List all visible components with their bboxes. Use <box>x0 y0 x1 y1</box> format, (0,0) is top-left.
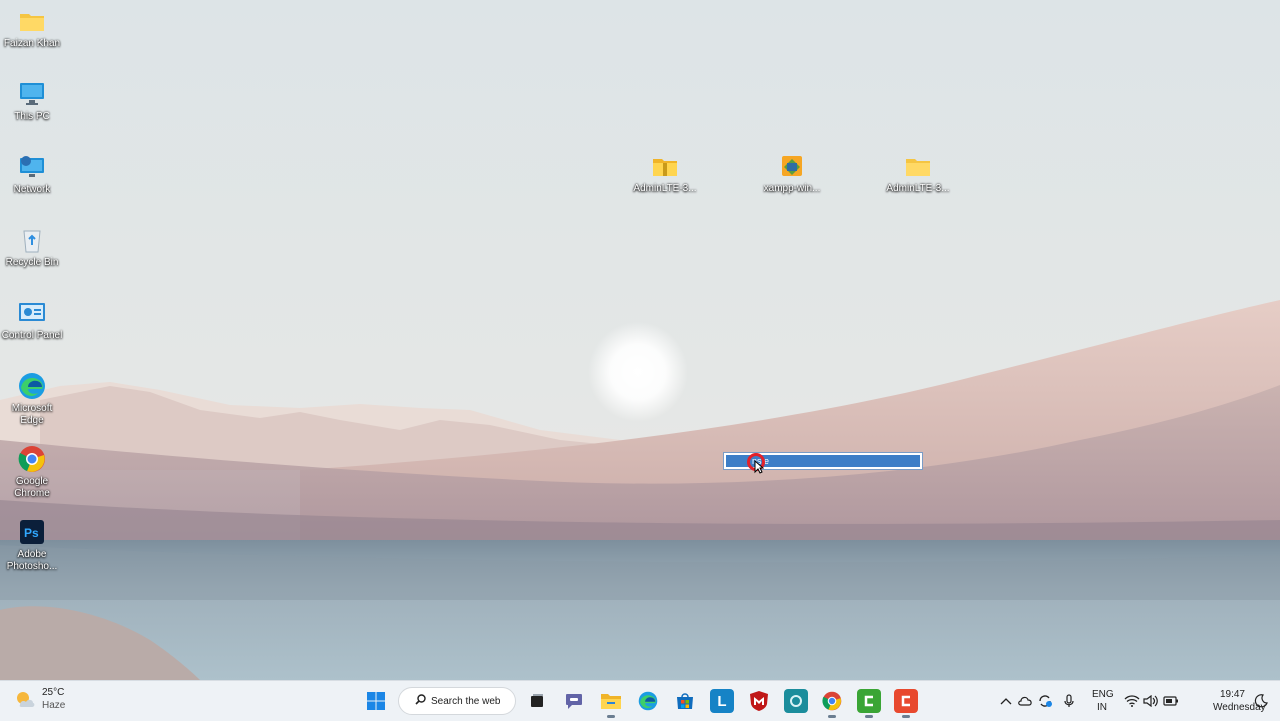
desktop-icon-microsoft-edge[interactable]: Microsoft Edge <box>0 371 64 427</box>
search-box[interactable]: Search the web <box>398 687 516 715</box>
desktop-icon-label: Faizan Khan <box>3 38 61 49</box>
weather-temperature: 25°C <box>42 687 65 698</box>
file-explorer-icon[interactable] <box>599 689 623 713</box>
show-hidden-icons-chevron-icon[interactable] <box>998 693 1014 709</box>
desktop-icon-google-chrome[interactable]: Google Chrome <box>0 444 64 500</box>
chrome-icon <box>17 444 47 474</box>
l-app-icon[interactable]: L <box>710 689 734 713</box>
teal-app-icon[interactable] <box>784 689 808 713</box>
do-not-disturb-moon-icon[interactable] <box>1253 693 1269 709</box>
search-icon <box>415 694 426 708</box>
camtasia-green-icon[interactable] <box>857 689 881 713</box>
clock-date: Wednesday <box>1213 702 1266 713</box>
volume-icon[interactable] <box>1143 693 1159 709</box>
control-panel-icon <box>17 298 47 328</box>
weather-haze-icon <box>17 692 35 707</box>
chrome-active-indicator <box>828 715 836 718</box>
battery-icon[interactable] <box>1163 693 1179 709</box>
weather-condition: Haze <box>42 700 66 711</box>
windows-start-icon[interactable] <box>364 689 388 713</box>
mcafee-icon[interactable] <box>747 689 771 713</box>
l-app-glyph: L <box>717 692 727 710</box>
teams-chat-icon[interactable] <box>562 689 586 713</box>
photoshop-icon: Ps <box>17 517 47 547</box>
desktop-icon-label: Control Panel <box>1 330 63 341</box>
monitor-icon <box>17 79 47 109</box>
clock-time: 19:47 <box>1219 689 1245 700</box>
zip-folder-icon <box>650 151 680 181</box>
xampp-installer-icon <box>777 151 807 181</box>
camtasia-orange-active-indicator <box>902 715 910 718</box>
language-region: IN <box>1097 702 1107 713</box>
desktop-icon-label: Adobe Photosho... <box>6 549 58 572</box>
camtasia-orange-icon[interactable] <box>894 689 918 713</box>
desktop-icon-recycle-bin[interactable]: Recycle Bin <box>0 225 64 269</box>
desktop-icon-this-pc[interactable]: This PC <box>0 79 64 123</box>
task-view-icon[interactable] <box>525 689 549 713</box>
language-code: ENG <box>1092 689 1114 700</box>
desktop-icon-label: AdminLTE-3... <box>886 183 950 194</box>
sync-icon[interactable] <box>1037 693 1053 709</box>
svg-text:Ps: Ps <box>24 526 39 540</box>
desktop-icon-label: Network <box>13 184 51 195</box>
store-icon[interactable] <box>673 689 697 713</box>
desktop-icon-user-folder[interactable]: Faizan Khan <box>0 6 64 50</box>
desktop-icon-label: Google Chrome <box>14 476 50 499</box>
desktop-icon-adminlte-zip[interactable]: AdminLTE-3... <box>633 151 697 195</box>
desktop-icon-label: Recycle Bin <box>5 257 59 268</box>
desktop-icon-adminlte-folder[interactable]: AdminLTE-3... <box>886 151 950 195</box>
desktop-icon-label: This PC <box>14 111 50 122</box>
file-explorer-active-indicator <box>607 715 615 718</box>
camtasia-green-active-indicator <box>865 715 873 718</box>
desktop-icon-label: AdminLTE-3... <box>633 183 697 194</box>
mouse-cursor-icon <box>754 460 764 474</box>
taskbar: 25°C Haze Search the web L ENG IN 19:47 … <box>0 680 1280 721</box>
folder-icon <box>903 151 933 181</box>
desktop-icon-label: xampp-win... <box>763 183 821 194</box>
chrome-icon[interactable] <box>820 689 844 713</box>
desktop-icon-adobe-photoshop[interactable]: Ps Adobe Photosho... <box>0 517 64 573</box>
network-icon <box>17 152 47 182</box>
desktop-icon-label: Microsoft Edge <box>11 403 53 426</box>
language-indicator[interactable]: ENG IN <box>1092 688 1114 714</box>
desktop-icon-network[interactable]: Network <box>0 152 64 196</box>
onedrive-cloud-icon[interactable] <box>1017 693 1033 709</box>
weather-widget[interactable]: 25°C Haze <box>14 686 65 712</box>
folder-icon <box>17 6 47 36</box>
microphone-icon[interactable] <box>1061 693 1077 709</box>
system-clock[interactable]: 19:47 Wednesday <box>1213 688 1266 714</box>
desktop-icon-control-panel[interactable]: Control Panel <box>0 298 64 342</box>
edge-icon <box>17 371 47 401</box>
wifi-icon[interactable] <box>1124 693 1140 709</box>
recycle-bin-icon <box>17 225 47 255</box>
desktop-icon-xampp-installer[interactable]: xampp-win... <box>760 151 824 195</box>
search-label: Search the web <box>431 695 501 707</box>
edge-icon[interactable] <box>636 689 660 713</box>
desktop-wallpaper <box>0 0 1280 680</box>
